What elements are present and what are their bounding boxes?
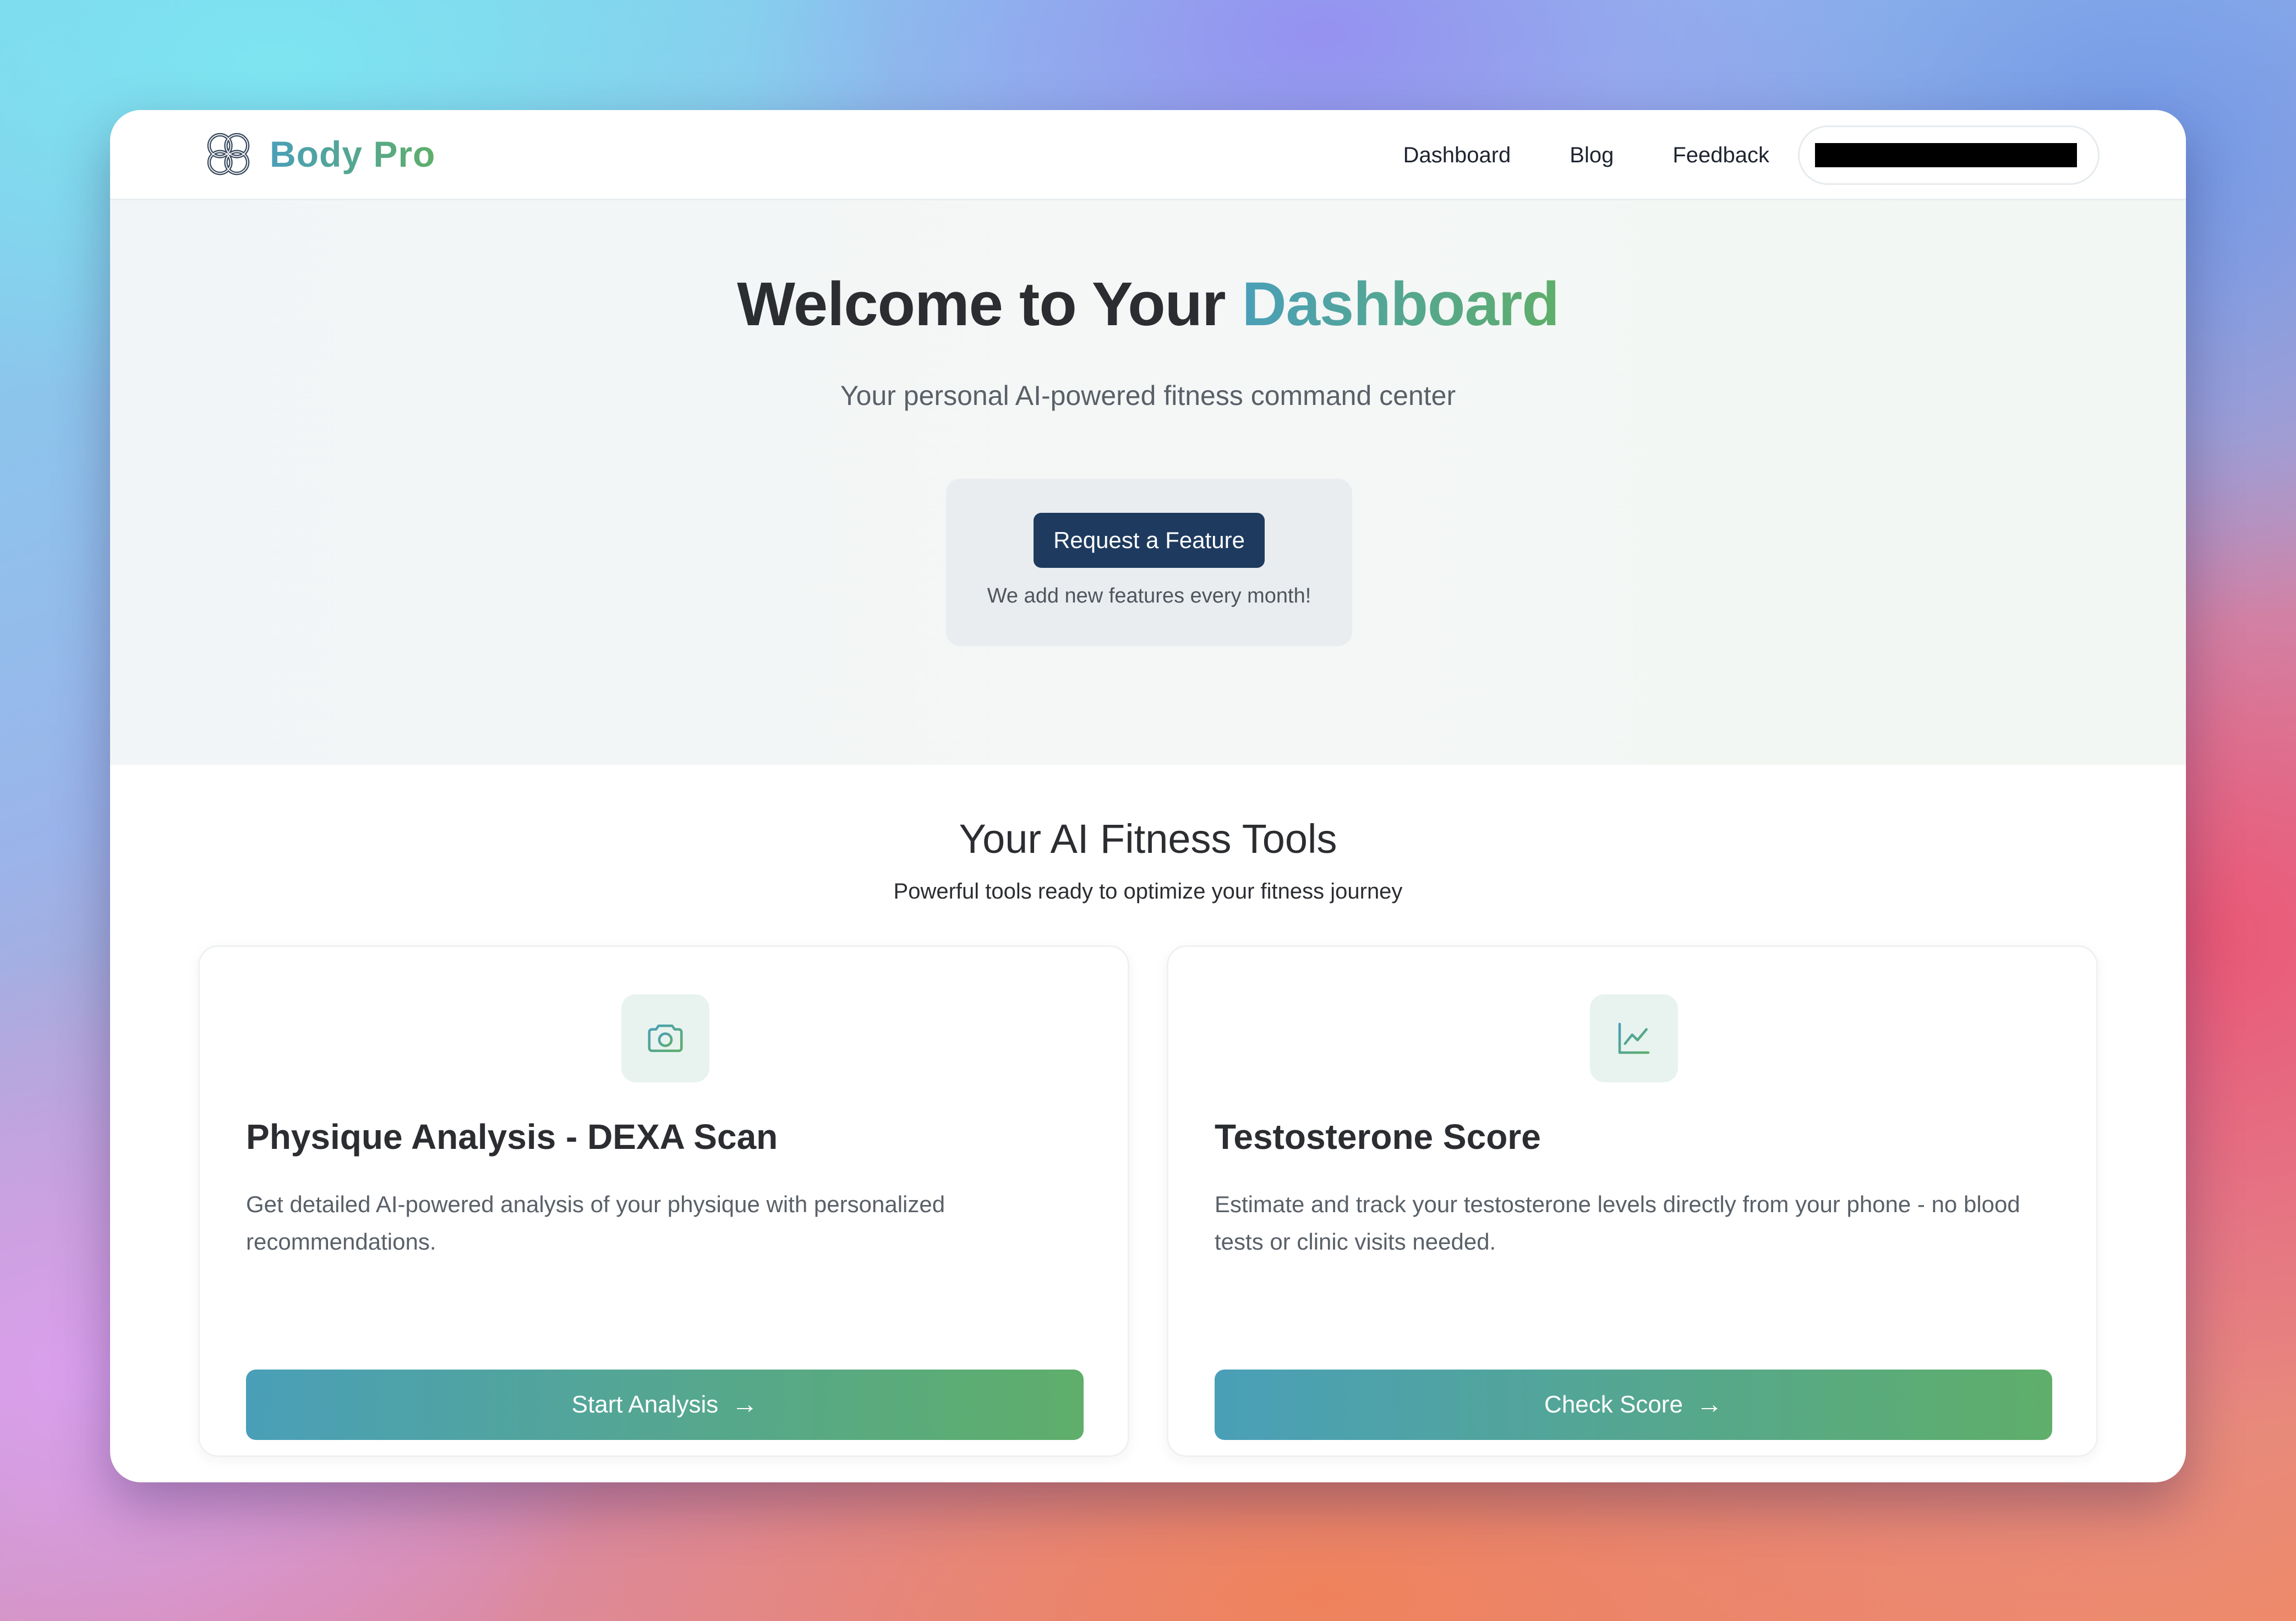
start-analysis-label: Start Analysis: [571, 1391, 719, 1418]
page-subtitle: Your personal AI-powered fitness command…: [840, 380, 1456, 411]
tool-card-title: Physique Analysis - DEXA Scan: [246, 1117, 778, 1157]
tool-card-physique: Physique Analysis - DEXA Scan Get detail…: [198, 945, 1129, 1457]
tool-card-description: Estimate and track your testosterone lev…: [1215, 1191, 2020, 1255]
tool-card-description: Get detailed AI-powered analysis of your…: [246, 1191, 945, 1255]
nav-link-feedback[interactable]: Feedback: [1672, 143, 1769, 168]
redacted-account-name: [1815, 143, 2077, 167]
nav-links: Dashboard Blog Feedback: [1403, 110, 2186, 200]
start-analysis-button[interactable]: Start Analysis →: [246, 1370, 1084, 1440]
tool-card-title: Testosterone Score: [1215, 1117, 1541, 1157]
camera-icon: [621, 994, 709, 1082]
page-title-prefix: Welcome to Your: [737, 270, 1242, 338]
brand[interactable]: Body Pro: [204, 127, 435, 182]
tool-card-testosterone: Testosterone Score Estimate and track yo…: [1167, 945, 2098, 1457]
check-score-label: Check Score: [1544, 1391, 1683, 1418]
brand-name: Body Pro: [270, 134, 436, 174]
account-menu[interactable]: [1798, 125, 2100, 185]
nav-link-blog[interactable]: Blog: [1570, 143, 1614, 168]
hero-section: Welcome to Your Dashboard Your personal …: [110, 200, 2186, 765]
tools-section-title: Your AI Fitness Tools: [959, 816, 1337, 862]
line-chart-icon: [1590, 994, 1678, 1082]
feature-request-panel: Request a Feature We add new features ev…: [946, 479, 1352, 646]
page-title-accent: Dashboard: [1242, 270, 1560, 338]
arrow-right-icon: →: [731, 1390, 758, 1419]
feature-request-note: We add new features every month!: [987, 584, 1311, 607]
request-feature-button[interactable]: Request a Feature: [1034, 513, 1265, 568]
page-title: Welcome to Your Dashboard: [110, 269, 2186, 339]
browser-window: Body Pro Dashboard Blog Feedback Welcome…: [110, 110, 2186, 1482]
tools-section-subtitle: Powerful tools ready to optimize your fi…: [893, 879, 1403, 903]
desktop-background: Body Pro Dashboard Blog Feedback Welcome…: [0, 0, 2296, 1621]
knot-logo-icon: [207, 133, 250, 176]
nav-link-dashboard[interactable]: Dashboard: [1403, 143, 1511, 168]
check-score-button[interactable]: Check Score →: [1215, 1370, 2052, 1440]
top-navbar: Body Pro Dashboard Blog Feedback: [110, 110, 2186, 200]
arrow-right-icon: →: [1696, 1390, 1723, 1419]
